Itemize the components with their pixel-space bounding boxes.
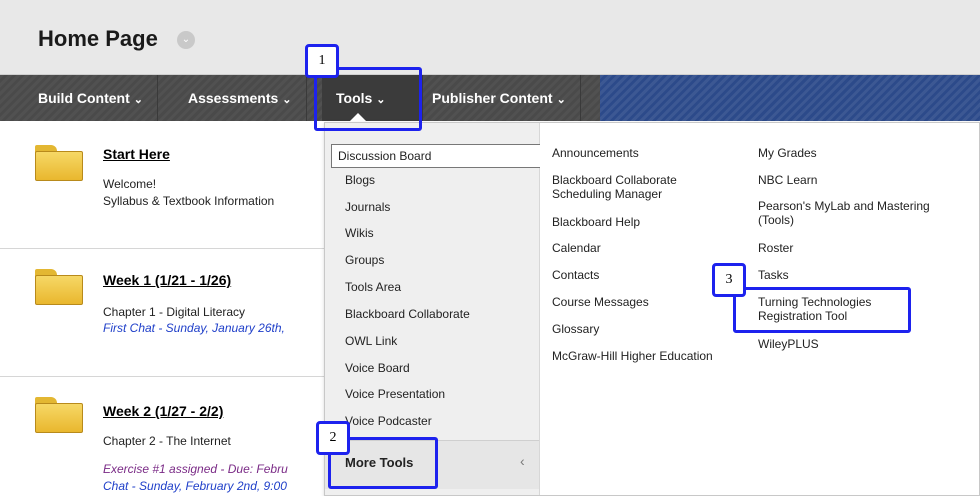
tab-assessments[interactable]: Assessments ⌄ xyxy=(174,75,307,121)
menu-item-glossary[interactable]: Glossary xyxy=(552,322,599,336)
menu-item-journals[interactable]: Journals xyxy=(345,200,390,214)
menu-item-contacts[interactable]: Contacts xyxy=(552,268,599,282)
chevron-down-icon[interactable]: ⌄ xyxy=(177,31,195,49)
tab-publisher-content[interactable]: Publisher Content ⌄ xyxy=(418,75,581,121)
menu-item-my-grades[interactable]: My Grades xyxy=(758,146,817,160)
item-title-link[interactable]: Week 1 (1/21 - 1/26) xyxy=(103,272,231,288)
item-text: Chapter 2 - The Internet xyxy=(103,434,231,448)
menu-item-announcements[interactable]: Announcements xyxy=(552,146,639,160)
item-title-link[interactable]: Week 2 (1/27 - 2/2) xyxy=(103,403,223,419)
tab-build-content[interactable]: Build Content ⌄ xyxy=(24,75,158,121)
menu-item-discussion-board[interactable]: Discussion Board xyxy=(331,144,541,168)
callout-badge-3: 3 xyxy=(712,263,746,297)
chevron-down-icon: ⌄ xyxy=(133,94,143,106)
folder-icon xyxy=(35,267,83,305)
menu-item-nbc-learn[interactable]: NBC Learn xyxy=(758,173,817,187)
menu-item-voice-podcaster[interactable]: Voice Podcaster xyxy=(345,414,432,428)
menu-item-blackboard-collaborate[interactable]: Blackboard Collaborate xyxy=(345,307,470,321)
item-text: Welcome! xyxy=(103,177,157,191)
menu-item-tools-area[interactable]: Tools Area xyxy=(345,280,401,294)
menu-item-owl-link[interactable]: OWL Link xyxy=(345,334,397,348)
page-title: Home Page xyxy=(38,26,158,51)
menu-item-wikis[interactable]: Wikis xyxy=(345,226,374,240)
folder-icon xyxy=(35,395,83,433)
page-header: Home Page ⌄ xyxy=(0,0,980,75)
menu-item-tasks[interactable]: Tasks xyxy=(758,268,789,282)
item-text: Chapter 1 - Digital Literacy xyxy=(103,305,246,319)
highlight-box-turning-technologies xyxy=(733,287,911,333)
menu-column-secondary: Announcements Blackboard Collaborate Sch… xyxy=(540,123,750,495)
item-text: Chat - Sunday, February 2nd, 9:00 xyxy=(103,479,287,493)
chevron-down-icon: ⌄ xyxy=(556,94,566,106)
menu-item-blogs[interactable]: Blogs xyxy=(345,173,375,187)
item-text: Exercise #1 assigned - Due: Febru xyxy=(103,462,288,476)
menu-item-blackboard-help[interactable]: Blackboard Help xyxy=(552,215,640,229)
menu-item-pearson-mylab[interactable]: Pearson's MyLab and Mastering (Tools) xyxy=(758,199,958,227)
tab-label: Publisher Content xyxy=(432,90,553,106)
menu-item-voice-board[interactable]: Voice Board xyxy=(345,361,410,375)
folder-icon xyxy=(35,143,83,181)
item-text: Syllabus & Textbook Information xyxy=(103,194,275,208)
menu-item-roster[interactable]: Roster xyxy=(758,241,793,255)
menu-item-voice-presentation[interactable]: Voice Presentation xyxy=(345,387,445,401)
callout-badge-1: 1 xyxy=(305,44,339,78)
chevron-down-icon: ⌄ xyxy=(282,94,292,106)
chevron-left-icon: ‹ xyxy=(520,453,525,469)
menu-item-calendar[interactable]: Calendar xyxy=(552,241,601,255)
menu-item-mcgraw-hill[interactable]: McGraw-Hill Higher Education xyxy=(552,349,713,363)
menu-item-blackboard-collaborate-scheduling[interactable]: Blackboard Collaborate Scheduling Manage… xyxy=(552,173,722,201)
item-text: First Chat - Sunday, January 26th, xyxy=(103,321,285,335)
nav-accent xyxy=(600,75,980,121)
course-menu-bar: Build Content ⌄ Assessments ⌄ Tools ⌄ Publi… xyxy=(0,75,980,121)
menu-item-wileyplus[interactable]: WileyPLUS xyxy=(758,337,819,351)
tab-label: Assessments xyxy=(188,90,279,106)
tab-label: Build Content xyxy=(38,90,130,106)
item-title-link[interactable]: Start Here xyxy=(103,146,170,162)
menu-item-course-messages[interactable]: Course Messages xyxy=(552,295,649,309)
callout-badge-2: 2 xyxy=(316,421,350,455)
menu-item-groups[interactable]: Groups xyxy=(345,253,384,267)
